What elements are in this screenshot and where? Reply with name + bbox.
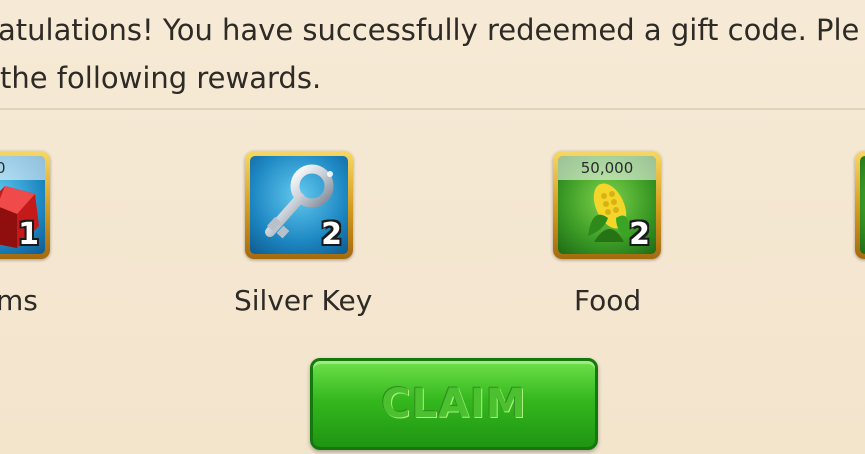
claim-button[interactable]: CLAIM [310,358,598,450]
reward-count: 1 [18,217,39,252]
reward-tile-food: 50,000 2 [553,151,661,259]
message-line-2: the following rewards. [0,61,322,95]
reward-count: 2 [629,217,650,252]
reward-label-food: Food [574,284,642,317]
message-line-1: atulations! You have successfully redeem… [0,13,860,47]
reward-tile-gems: 00 1 [0,151,50,259]
reward-count: 2 [321,217,342,252]
divider [0,108,865,110]
reward-label-silver-key: Silver Key [234,284,373,317]
reward-tile-partial [855,151,865,259]
reward-label-gems: ms [0,284,38,317]
gift-code-reward-panel: atulations! You have successfully redeem… [0,0,865,454]
claim-label: CLAIM [381,381,527,427]
reward-tile-silver-key: 2 [245,151,353,259]
redeem-message: atulations! You have successfully redeem… [0,6,859,102]
